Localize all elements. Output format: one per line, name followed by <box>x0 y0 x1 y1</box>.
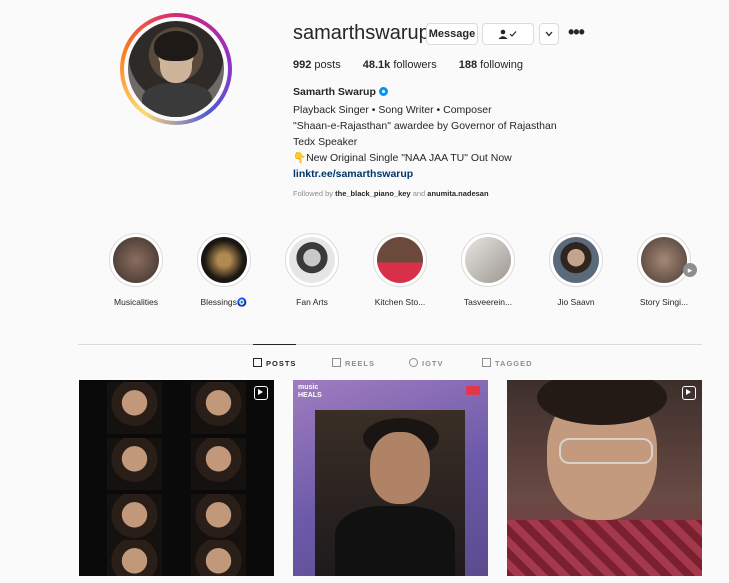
following-button[interactable] <box>482 23 534 45</box>
more-options-icon[interactable]: ••• <box>568 22 585 43</box>
bio-line: "Shaan-e-Rajasthan" awardee by Governor … <box>293 120 557 132</box>
tabs-divider <box>78 344 702 345</box>
profile-link[interactable]: linktr.ee/samarthswarup <box>293 166 557 182</box>
highlight-item[interactable]: Jio Saavn <box>536 233 616 307</box>
bio-line: Tedx Speaker <box>293 136 358 148</box>
bio-line: 👇New Original Single "NAA JAA TU" Out No… <box>293 152 512 164</box>
profile-bio: Playback Singer • Song Writer • Composer… <box>293 102 557 182</box>
highlight-item[interactable]: Blessings🧿 <box>184 233 264 308</box>
active-tab-indicator <box>253 344 296 345</box>
post-thumbnail[interactable]: music HEALS <box>293 380 488 576</box>
message-button[interactable]: Message <box>426 23 478 45</box>
profile-username: samarthswarup <box>293 22 430 44</box>
posts-count: 992 posts <box>293 59 341 71</box>
grid-icon <box>253 358 262 367</box>
follower-link[interactable]: anumita.nadesan <box>427 189 488 198</box>
highlight-item[interactable]: Tasveerein... <box>448 233 528 307</box>
tab-tagged[interactable]: TAGGED <box>482 358 533 368</box>
brand-badge <box>466 386 480 395</box>
highlight-item[interactable]: Kitchen Sto... <box>360 233 440 307</box>
post-thumbnail[interactable] <box>79 380 274 576</box>
followed-by-text: Followed by the_black_piano_key and anum… <box>293 189 489 198</box>
tab-reels[interactable]: REELS <box>332 358 375 368</box>
bio-line: Playback Singer • Song Writer • Composer <box>293 104 492 116</box>
tab-igtv[interactable]: IGTV <box>409 358 444 368</box>
chevron-down-icon <box>545 31 553 37</box>
profile-full-name: Samarth Swarup <box>293 86 388 98</box>
highlights-next-arrow-icon[interactable]: ▸ <box>683 263 697 277</box>
follower-link[interactable]: the_black_piano_key <box>335 189 410 198</box>
reel-icon <box>254 386 268 400</box>
tagged-icon <box>482 358 491 367</box>
avatar-photo <box>128 21 224 117</box>
post-thumbnail[interactable] <box>507 380 702 576</box>
followers-count[interactable]: 48.1k followers <box>363 59 437 71</box>
profile-stats: 992 posts 48.1k followers 188 following <box>293 59 545 71</box>
reels-icon <box>332 358 341 367</box>
suggested-dropdown-button[interactable] <box>539 23 559 45</box>
highlight-item[interactable]: Musicalities <box>96 233 176 307</box>
igtv-icon <box>409 358 418 367</box>
verified-badge-icon <box>378 87 388 96</box>
highlight-item[interactable]: Fan Arts <box>272 233 352 307</box>
person-check-icon <box>498 29 517 40</box>
post-overlay-text: music HEALS <box>298 384 322 399</box>
profile-avatar[interactable] <box>120 13 232 125</box>
reel-icon <box>682 386 696 400</box>
tab-posts[interactable]: POSTS <box>253 358 296 368</box>
following-count[interactable]: 188 following <box>459 59 523 71</box>
